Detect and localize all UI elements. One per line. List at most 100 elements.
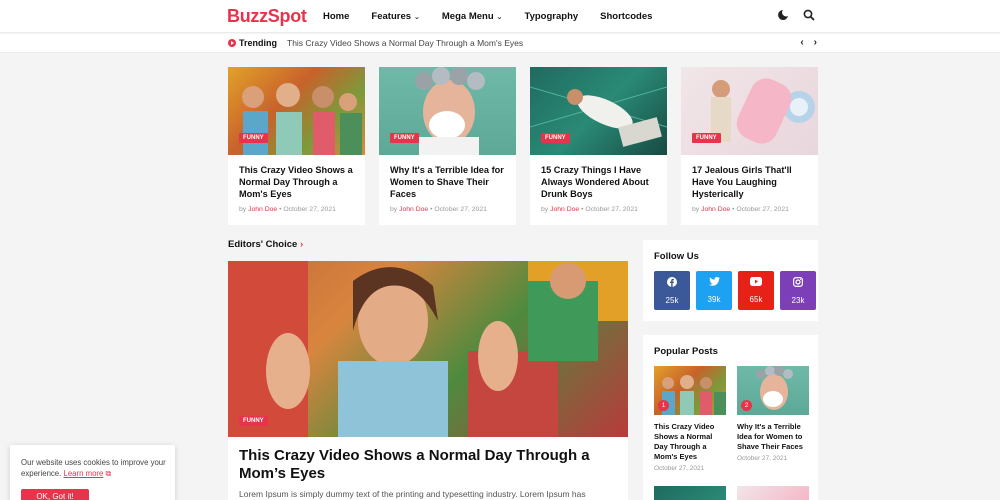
post-card[interactable]: Funny Why It's a Terrible Idea for Women… bbox=[379, 67, 516, 225]
external-link-icon: ⧉ bbox=[105, 469, 112, 478]
popular-posts-widget: Popular Posts 1 This Crazy Video Shows a… bbox=[643, 335, 818, 500]
by-label: by bbox=[541, 206, 549, 213]
popular-post-thumbnail[interactable]: 1 bbox=[654, 366, 726, 415]
trending-headline[interactable]: This Crazy Video Shows a Normal Day Thro… bbox=[287, 38, 523, 48]
popular-post-title[interactable]: Why It's a Terrible Idea for Women to Sh… bbox=[737, 422, 809, 452]
twitter-button[interactable]: 39k bbox=[696, 271, 732, 310]
chevron-right-icon: › bbox=[299, 239, 304, 250]
featured-title[interactable]: This Crazy Video Shows a Normal Day Thro… bbox=[239, 447, 609, 483]
post-thumbnail[interactable]: Funny bbox=[379, 67, 516, 155]
rank-number: 1 bbox=[658, 400, 669, 411]
cookie-accept-button[interactable]: OK, Got it! bbox=[21, 489, 89, 500]
header-icons bbox=[777, 9, 815, 21]
category-badge[interactable]: Funny bbox=[541, 133, 570, 143]
nav-label: Shortcodes bbox=[600, 11, 653, 22]
nav-typography[interactable]: Typography bbox=[525, 11, 579, 22]
post-title[interactable]: 15 Crazy Things I Have Always Wondered A… bbox=[541, 164, 661, 200]
post-thumbnail[interactable]: Funny bbox=[681, 67, 818, 155]
learn-more-link[interactable]: Learn more bbox=[63, 469, 103, 478]
nav-features[interactable]: Features ⌄ bbox=[371, 11, 419, 22]
featured-post[interactable]: Funny This Crazy Video Shows a Normal Da… bbox=[228, 261, 628, 500]
by-label: by bbox=[239, 206, 247, 213]
popular-posts-more bbox=[654, 486, 809, 500]
popular-post-thumbnail[interactable] bbox=[654, 486, 726, 500]
trending-nav: ‹ › bbox=[800, 37, 817, 48]
facebook-button[interactable]: 25k bbox=[654, 271, 690, 310]
popular-posts-list: 1 This Crazy Video Shows a Normal Day Th… bbox=[654, 366, 809, 472]
popular-post-thumbnail[interactable] bbox=[737, 486, 809, 500]
post-card[interactable]: Funny 15 Crazy Things I Have Always Wond… bbox=[530, 67, 667, 225]
nav-label: Mega Menu bbox=[441, 11, 494, 22]
post-thumbnail[interactable]: Funny bbox=[530, 67, 667, 155]
post-author[interactable]: John Doe bbox=[701, 206, 730, 213]
site-header: BuzzSpot Home Features ⌄ Mega Menu ⌄ Typog… bbox=[0, 0, 1000, 33]
follow-us-widget: Follow Us 25k 39k 65k 23k bbox=[643, 240, 818, 321]
instagram-button[interactable]: 23k bbox=[780, 271, 816, 310]
facebook-count: 25k bbox=[665, 295, 679, 305]
rank-number: 2 bbox=[741, 400, 752, 411]
category-badge[interactable]: Funny bbox=[239, 133, 268, 143]
cookie-notice: Our website uses cookies to improve your… bbox=[10, 445, 175, 500]
twitter-icon bbox=[708, 277, 720, 288]
youtube-count: 65k bbox=[749, 295, 763, 304]
post-meta: by John Doe • October 27, 2021 bbox=[692, 206, 789, 213]
widget-title: Follow Us bbox=[654, 251, 699, 262]
nav-shortcodes[interactable]: Shortcodes bbox=[600, 11, 652, 22]
post-date: October 27, 2021 bbox=[434, 206, 487, 213]
popular-post[interactable]: 2 Why It's a Terrible Idea for Women to … bbox=[737, 366, 809, 472]
popular-post-title[interactable]: This Crazy Video Shows a Normal Day Thro… bbox=[654, 422, 726, 462]
post-title[interactable]: This Crazy Video Shows a Normal Day Thro… bbox=[239, 164, 359, 200]
search-icon[interactable] bbox=[803, 9, 815, 21]
post-author[interactable]: John Doe bbox=[550, 206, 579, 213]
nav-label: Features bbox=[371, 11, 412, 22]
trending-bar: Trending This Crazy Video Shows a Normal… bbox=[0, 34, 1000, 53]
popular-post-date: October 27, 2021 bbox=[737, 455, 788, 462]
post-title[interactable]: 17 Jealous Girls That'll Have You Laughi… bbox=[692, 164, 812, 200]
post-date: October 27, 2021 bbox=[283, 206, 336, 213]
section-title: Editors' Choice bbox=[228, 239, 298, 250]
main-nav: Home Features ⌄ Mega Menu ⌄ Typography Sho… bbox=[323, 11, 674, 22]
editors-choice-heading[interactable]: Editors' Choice › bbox=[228, 239, 303, 250]
youtube-icon bbox=[750, 277, 762, 288]
featured-excerpt: Lorem Ipsum is simply dummy text of the … bbox=[239, 489, 586, 499]
post-card[interactable]: Funny 17 Jealous Girls That'll Have You … bbox=[681, 67, 818, 225]
nav-label: Typography bbox=[524, 11, 579, 22]
post-author[interactable]: John Doe bbox=[248, 206, 277, 213]
chevron-left-icon[interactable]: ‹ bbox=[800, 37, 803, 48]
chevron-right-icon[interactable]: › bbox=[814, 37, 817, 48]
instagram-icon bbox=[793, 276, 804, 289]
popular-post-thumbnail[interactable]: 2 bbox=[737, 366, 809, 415]
featured-image[interactable]: Funny bbox=[228, 261, 628, 437]
youtube-button[interactable]: 65k bbox=[738, 271, 774, 310]
post-date: October 27, 2021 bbox=[736, 206, 789, 213]
chevron-down-icon: ⌄ bbox=[414, 13, 420, 21]
by-label: by bbox=[692, 206, 700, 213]
by-label: by bbox=[390, 206, 398, 213]
site-logo[interactable]: BuzzSpot bbox=[227, 6, 307, 27]
nav-home[interactable]: Home bbox=[323, 11, 349, 22]
twitter-count: 39k bbox=[707, 295, 721, 304]
featured-cards: Funny This Crazy Video Shows a Normal Da… bbox=[228, 67, 818, 225]
post-meta: by John Doe • October 27, 2021 bbox=[390, 206, 487, 213]
instagram-count: 23k bbox=[791, 295, 805, 305]
post-meta: by John Doe • October 27, 2021 bbox=[239, 206, 336, 213]
popular-post[interactable]: 1 This Crazy Video Shows a Normal Day Th… bbox=[654, 366, 726, 472]
category-badge[interactable]: Funny bbox=[692, 133, 721, 143]
post-date: October 27, 2021 bbox=[585, 206, 638, 213]
post-title[interactable]: Why It's a Terrible Idea for Women to Sh… bbox=[390, 164, 510, 200]
facebook-icon bbox=[667, 276, 677, 289]
post-thumbnail[interactable]: Funny bbox=[228, 67, 365, 155]
post-meta: by John Doe • October 27, 2021 bbox=[541, 206, 638, 213]
dark-mode-icon[interactable] bbox=[777, 9, 789, 21]
category-badge[interactable]: Funny bbox=[239, 416, 268, 426]
popular-post-date: October 27, 2021 bbox=[654, 465, 705, 472]
chevron-down-icon: ⌄ bbox=[496, 13, 503, 21]
trending-label: Trending bbox=[239, 38, 277, 48]
trending-icon bbox=[228, 39, 236, 47]
nav-mega-menu[interactable]: Mega Menu ⌄ bbox=[442, 11, 503, 22]
nav-label: Home bbox=[323, 11, 350, 22]
category-badge[interactable]: Funny bbox=[390, 133, 419, 143]
post-author[interactable]: John Doe bbox=[399, 206, 428, 213]
social-buttons: 25k 39k 65k 23k bbox=[654, 271, 816, 310]
post-card[interactable]: Funny This Crazy Video Shows a Normal Da… bbox=[228, 67, 365, 225]
